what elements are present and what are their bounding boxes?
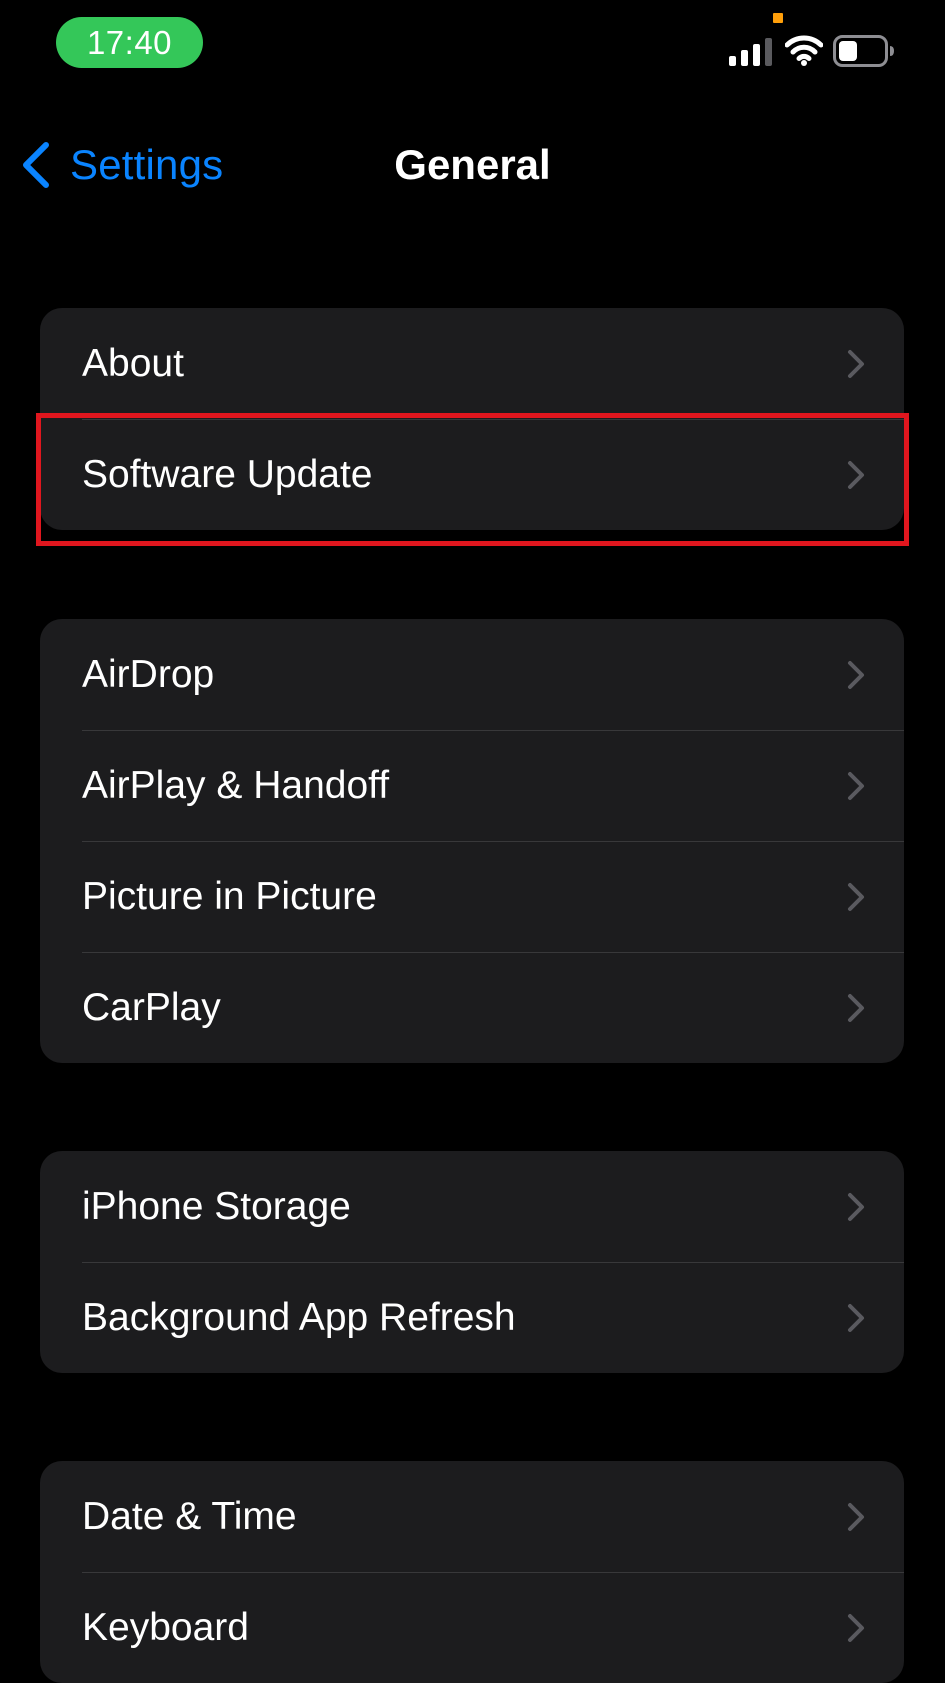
row-picture-in-picture[interactable]: Picture in Picture (40, 841, 904, 952)
signal-icon (729, 38, 772, 66)
status-time[interactable]: 17:40 (56, 17, 203, 68)
navigation-bar: Settings General (0, 120, 945, 210)
row-background-app-refresh[interactable]: Background App Refresh (40, 1262, 904, 1373)
chevron-right-icon (848, 883, 864, 911)
settings-group-connectivity: AirDrop AirPlay & Handoff Picture in Pic… (40, 619, 904, 1063)
row-label: Keyboard (82, 1606, 249, 1649)
row-label: Software Update (82, 453, 373, 496)
row-keyboard[interactable]: Keyboard (40, 1572, 904, 1683)
row-label: AirDrop (82, 653, 215, 696)
status-bar: 17:40 (0, 0, 945, 90)
row-label: AirPlay & Handoff (82, 764, 390, 807)
row-iphone-storage[interactable]: iPhone Storage (40, 1151, 904, 1262)
chevron-right-icon (848, 1614, 864, 1642)
privacy-indicator-dot (773, 13, 783, 23)
settings-group-datetime: Date & Time Keyboard (40, 1461, 904, 1683)
row-label: Background App Refresh (82, 1296, 516, 1339)
chevron-right-icon (848, 1304, 864, 1332)
row-label: iPhone Storage (82, 1185, 351, 1228)
row-label: Picture in Picture (82, 875, 377, 918)
row-software-update[interactable]: Software Update (40, 419, 904, 530)
row-airplay-handoff[interactable]: AirPlay & Handoff (40, 730, 904, 841)
row-about[interactable]: About (40, 308, 904, 419)
chevron-right-icon (848, 772, 864, 800)
row-label: Date & Time (82, 1495, 297, 1538)
chevron-right-icon (848, 1503, 864, 1531)
row-airdrop[interactable]: AirDrop (40, 619, 904, 730)
chevron-right-icon (848, 461, 864, 489)
chevron-right-icon (848, 1193, 864, 1221)
wifi-icon (785, 35, 823, 66)
chevron-right-icon (848, 661, 864, 689)
settings-group-storage: iPhone Storage Background App Refresh (40, 1151, 904, 1373)
page-title: General (394, 141, 551, 188)
battery-icon (833, 35, 894, 67)
row-label: CarPlay (82, 986, 221, 1029)
row-carplay[interactable]: CarPlay (40, 952, 904, 1063)
row-label: About (82, 342, 184, 385)
row-date-time[interactable]: Date & Time (40, 1461, 904, 1572)
chevron-right-icon (848, 350, 864, 378)
settings-group-about: About Software Update (40, 308, 904, 530)
chevron-right-icon (848, 994, 864, 1022)
